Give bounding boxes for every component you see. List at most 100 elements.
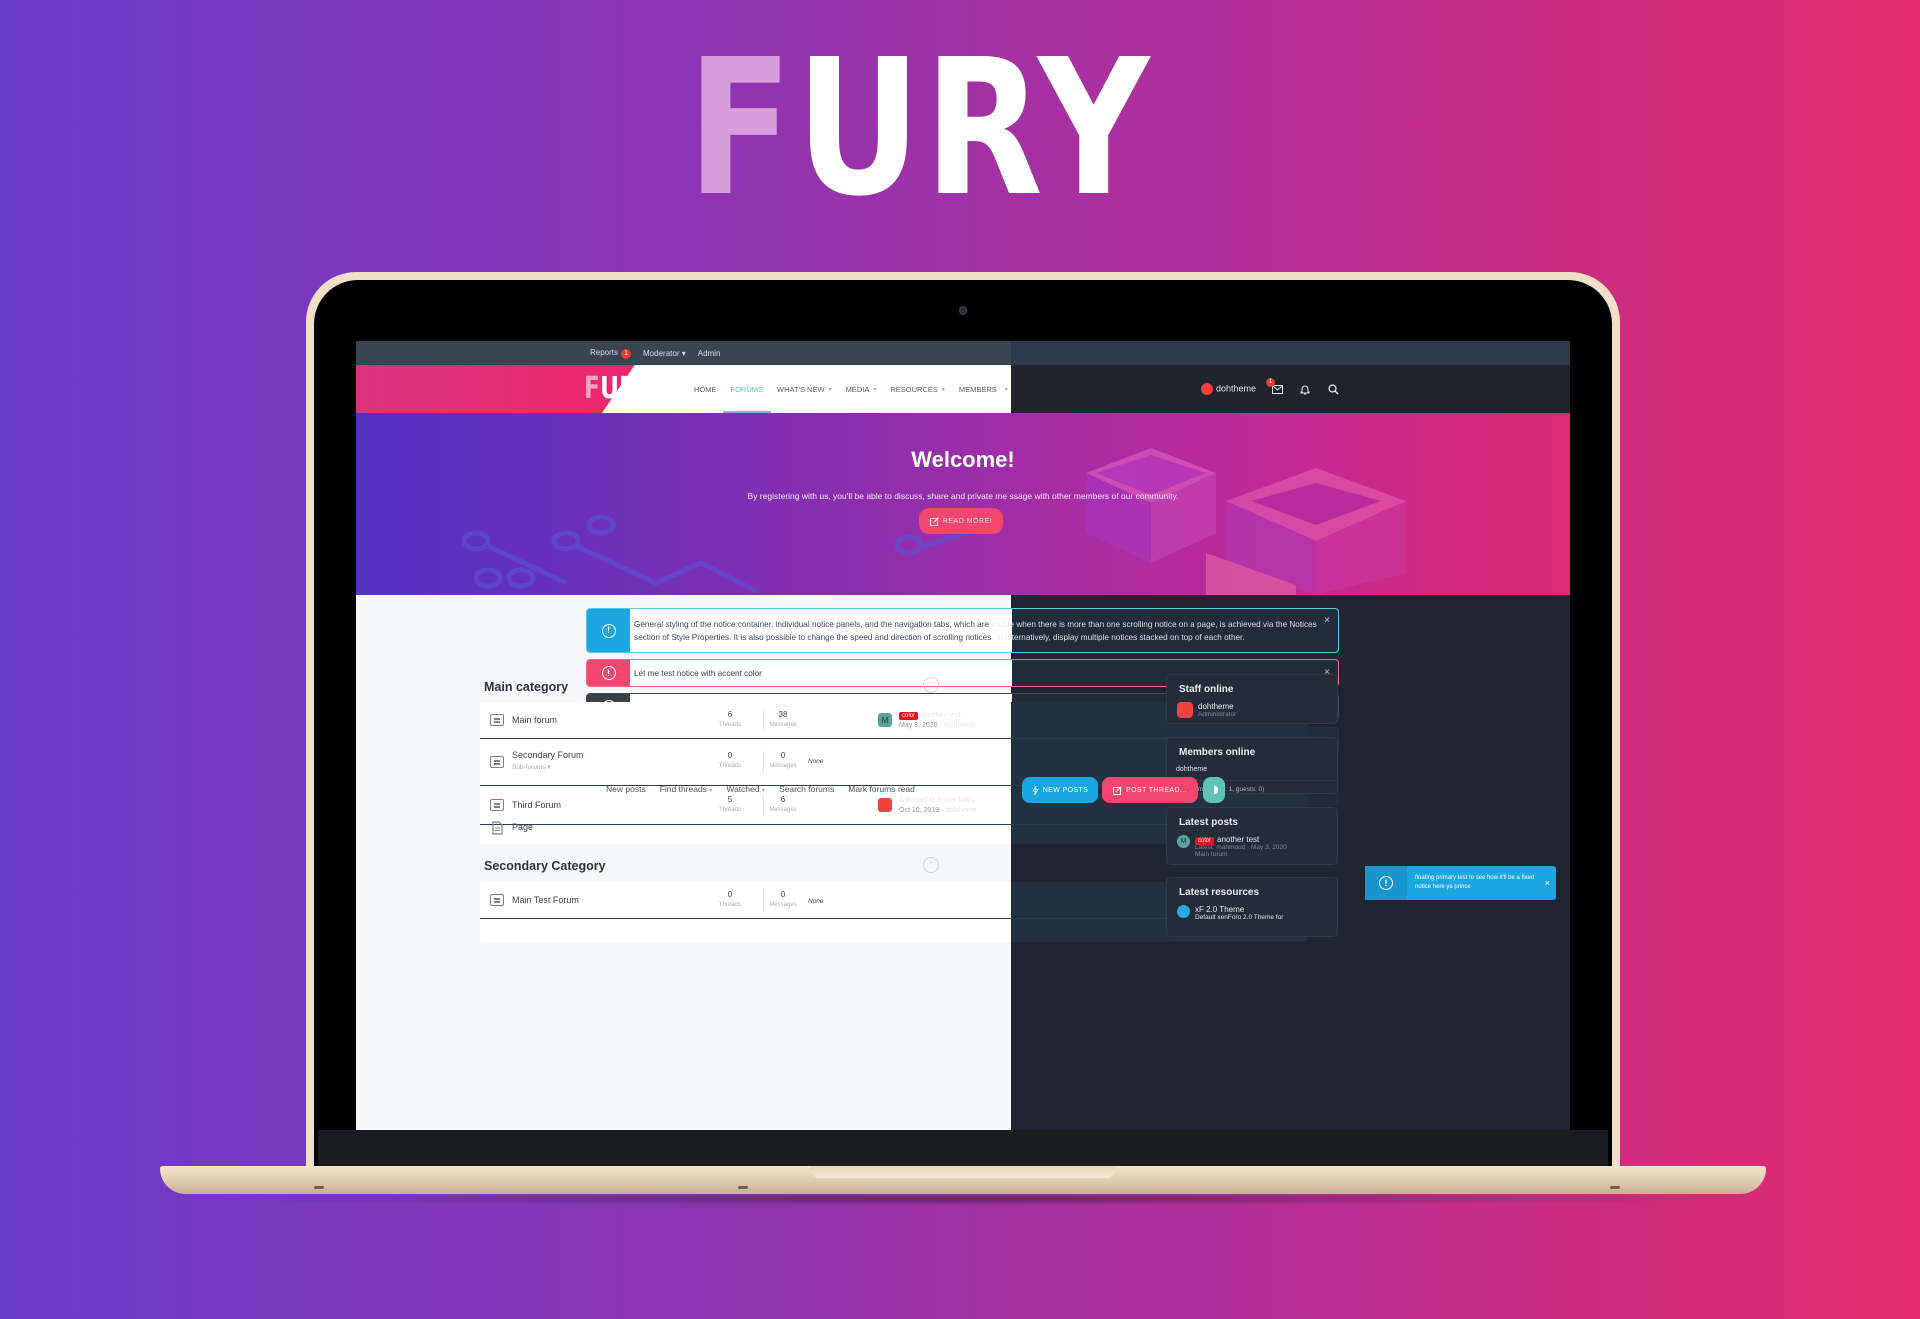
messages-stat: 38 Messages: [763, 710, 803, 728]
resource-info: xF 2.0 Theme Default xenForo 2.0 Theme f…: [1195, 905, 1283, 921]
latest-post-title-text: another test: [1217, 835, 1260, 844]
new-posts-button[interactable]: NEW POSTS: [1022, 777, 1098, 803]
warning-icon: !: [601, 666, 616, 680]
admin-link[interactable]: Admin: [698, 349, 721, 358]
search-forums-link[interactable]: Search forums: [779, 784, 834, 794]
bell-icon: [1300, 385, 1310, 395]
edit-icon: [1113, 785, 1122, 795]
messages-label: Messages: [769, 902, 797, 908]
sub-forums-menu[interactable]: Sub-forums ▾: [512, 763, 551, 771]
staff-member[interactable]: dohtheme Administrator: [1167, 700, 1337, 720]
no-last-post: None: [808, 758, 824, 765]
forum-name[interactable]: Main forum: [512, 715, 557, 725]
close-icon[interactable]: ×: [1324, 615, 1330, 626]
widget-title: Staff online: [1179, 684, 1234, 695]
banner-text: By registering with us, you'll be able t…: [747, 491, 1179, 501]
caret-down-icon: ▾: [547, 764, 551, 771]
latest-post-forum[interactable]: Main forum: [1195, 851, 1287, 858]
threads-label: Threads: [718, 902, 741, 908]
caret-down-icon[interactable]: ▾: [1005, 386, 1008, 393]
tab-label: HOME: [694, 384, 717, 394]
inbox-button[interactable]: 1: [1266, 378, 1284, 396]
staff-online-widget: Staff online dohtheme Administrator: [1166, 674, 1338, 724]
forum-screen: Reports 1 Moderator ▾ Admin FURY HOME FOR…: [356, 341, 1570, 1130]
notice-text: General styling of the notice container,…: [634, 618, 1328, 644]
last-post-avatar[interactable]: M: [878, 713, 892, 727]
forum-name[interactable]: Third Forum: [512, 800, 561, 810]
search-button[interactable]: [1326, 382, 1340, 396]
find-threads-menu[interactable]: Find threads ▾: [660, 784, 713, 794]
tab-media[interactable]: MEDIA ▾: [846, 365, 877, 413]
resource-name[interactable]: xF 2.0 Theme: [1195, 905, 1283, 914]
last-post-user[interactable]: dohtheme: [945, 807, 976, 814]
forum-icon: [490, 894, 504, 906]
logo-letters-ury: URY: [599, 371, 653, 406]
read-more-button[interactable]: READ MORE!: [919, 508, 1003, 534]
last-post-meta: Oct 10, 2019 · dohtheme: [899, 807, 977, 814]
alerts-button[interactable]: [1298, 382, 1312, 396]
last-post-title[interactable]: color another test: [899, 710, 961, 720]
post-thread-button[interactable]: POST THREAD...: [1102, 777, 1198, 803]
welcome-banner: Welcome! By registering with us, you'll …: [356, 413, 1570, 595]
last-post-user[interactable]: mahmoud: [944, 722, 975, 729]
laptop-foot: [314, 1186, 324, 1189]
staff-info: dohtheme Administrator: [1198, 702, 1236, 718]
latest-post-item[interactable]: M color another test Latest: mahmoud · Ma…: [1167, 833, 1337, 860]
moderator-menu[interactable]: Moderator ▾: [643, 349, 686, 358]
latest-resource-item[interactable]: xF 2.0 Theme Default xenForo 2.0 Theme f…: [1167, 903, 1337, 923]
threads-stat: 6 Threads: [710, 710, 750, 728]
close-icon[interactable]: ×: [1545, 878, 1550, 888]
forum-name[interactable]: Secondary Forum: [512, 750, 584, 760]
reports-link[interactable]: Reports 1: [590, 348, 632, 359]
mark-forums-read-link[interactable]: Mark forums read: [848, 784, 915, 794]
category-title: Main category: [484, 680, 569, 694]
widget-title: Members online: [1179, 747, 1256, 758]
collapse-category-button[interactable]: ⌃: [923, 677, 939, 693]
online-member[interactable]: dohtheme: [1167, 763, 1337, 776]
post-thread-label: POST THREAD...: [1126, 786, 1187, 794]
latest-post-title[interactable]: color another test: [1195, 835, 1287, 845]
tab-members[interactable]: MEMBERS ▾: [959, 365, 1008, 413]
forum-name[interactable]: Page: [512, 822, 533, 832]
notice-primary: ! General styling of the notice containe…: [586, 608, 1339, 653]
site-logo[interactable]: FURY: [584, 371, 653, 406]
caret-down-icon[interactable]: ▾: [873, 386, 876, 393]
circuit-decoration: [461, 448, 1406, 595]
caret-down-icon: ▾: [681, 348, 686, 358]
resource-icon: [1177, 905, 1190, 918]
toggle-icon: [1209, 785, 1219, 795]
tab-label: WHAT'S NEW: [777, 384, 825, 394]
tab-home[interactable]: HOME: [694, 365, 717, 413]
tab-resources[interactable]: RESOURCES ▾: [890, 365, 945, 413]
account-link[interactable]: dohtheme: [1201, 383, 1256, 395]
staff-bar-dark: [1011, 341, 1570, 365]
collapse-category-button[interactable]: ⌃: [923, 857, 939, 873]
info-icon: !: [1379, 876, 1393, 890]
threads-count: 6: [727, 710, 733, 719]
forum-name[interactable]: Main Test Forum: [512, 895, 579, 905]
style-toggle-button[interactable]: [1203, 777, 1225, 803]
tab-whats-new[interactable]: WHAT'S NEW ▾: [777, 365, 832, 413]
widget-title: Latest resources: [1179, 887, 1260, 898]
watched-menu[interactable]: Watched ▾: [726, 784, 765, 794]
threads-label: Threads: [718, 763, 741, 769]
threads-label: Threads: [718, 722, 741, 728]
caret-down-icon[interactable]: ▾: [942, 386, 945, 393]
tab-forums[interactable]: FORUMS: [722, 365, 771, 413]
staff-bar-links: Reports 1 Moderator ▾ Admin: [590, 341, 720, 365]
floating-notice-icon-col: !: [1365, 866, 1407, 900]
post-avatar: M: [1177, 835, 1190, 848]
moderator-label: Moderator: [643, 348, 680, 358]
inbox-badge: 1: [1266, 378, 1276, 387]
bolt-icon: [1031, 785, 1039, 795]
quick-links: New posts Find threads ▾ Watched ▾ Searc…: [606, 771, 915, 807]
tab-label: MEDIA: [845, 384, 870, 394]
widget-title: Latest posts: [1179, 817, 1238, 828]
caret-down-icon[interactable]: ▾: [829, 386, 832, 393]
chevron-up-icon: ⌃: [927, 859, 935, 870]
info-icon: !: [601, 623, 616, 638]
staff-username[interactable]: dohtheme: [1198, 702, 1236, 711]
new-posts-link[interactable]: New posts: [606, 784, 646, 794]
laptop-chin: [318, 1130, 1608, 1166]
username: dohtheme: [1216, 383, 1257, 394]
